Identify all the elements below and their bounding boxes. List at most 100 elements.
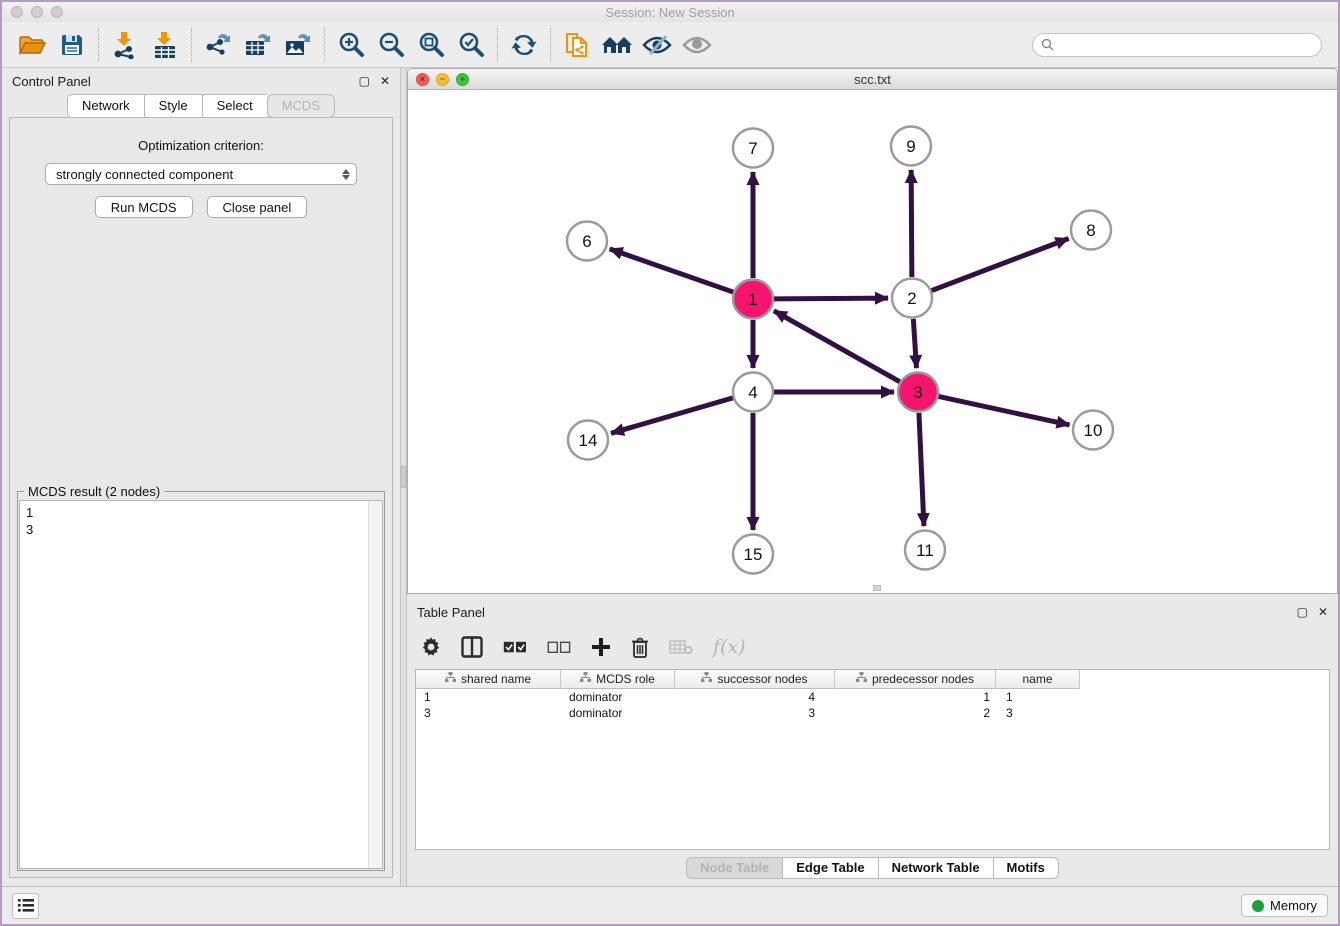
table-row[interactable]: 1dominator411 xyxy=(416,689,1329,705)
search-input[interactable] xyxy=(1059,38,1313,52)
float-table-panel-icon[interactable]: ▢ xyxy=(1297,606,1308,618)
column-sort-icon xyxy=(445,672,456,686)
zoom-fit-icon[interactable] xyxy=(414,28,448,62)
search-icon xyxy=(1041,38,1054,51)
open-session-icon[interactable] xyxy=(15,28,49,62)
add-column-icon[interactable] xyxy=(591,637,611,657)
column-header-MCDS-role[interactable]: MCDS role xyxy=(561,670,675,689)
toolbar-separator xyxy=(550,28,551,62)
graph-node-1[interactable]: 1 xyxy=(733,280,773,319)
graph-edge-1-6[interactable] xyxy=(610,249,734,292)
main-toolbar xyxy=(2,22,1338,68)
memory-label: Memory xyxy=(1270,898,1317,913)
table-cell: 3 xyxy=(996,706,1080,720)
table-cell: 3 xyxy=(416,706,561,720)
import-table-icon[interactable] xyxy=(148,28,182,62)
svg-text:14: 14 xyxy=(579,431,598,450)
close-table-panel-icon[interactable]: ✕ xyxy=(1318,606,1328,618)
save-session-icon[interactable] xyxy=(55,28,89,62)
graph-edge-1-2[interactable] xyxy=(774,298,888,299)
graph-node-3[interactable]: 3 xyxy=(898,373,938,412)
mcds-tab-content: Optimization criterion: strongly connect… xyxy=(9,117,393,878)
refresh-icon[interactable] xyxy=(507,28,541,62)
zoom-selected-icon[interactable] xyxy=(454,28,488,62)
tab-motifs[interactable]: Motifs xyxy=(993,857,1059,879)
graph-node-11[interactable]: 11 xyxy=(905,531,945,570)
svg-text:4: 4 xyxy=(748,383,757,402)
apply-function-icon[interactable]: f(x) xyxy=(713,636,746,658)
graph-edge-3-11[interactable] xyxy=(919,413,924,526)
show-graphics-eye-icon[interactable] xyxy=(680,28,714,62)
search-field[interactable] xyxy=(1032,33,1322,57)
graph-edge-2-8[interactable] xyxy=(932,239,1069,291)
network-canvas[interactable]: 7 9 6 8 1 2 4 3 14 10 15 11 xyxy=(408,90,1337,593)
graph-edge-3-10[interactable] xyxy=(939,396,1070,424)
mcds-result-list[interactable]: 1 3 xyxy=(20,501,368,868)
svg-text:15: 15 xyxy=(744,545,763,564)
svg-text:2: 2 xyxy=(907,289,916,308)
export-image-icon[interactable] xyxy=(281,28,315,62)
tab-network[interactable]: Network xyxy=(67,94,144,118)
graph-node-14[interactable]: 14 xyxy=(568,421,608,460)
splitter-handle[interactable] xyxy=(401,466,406,488)
graph-node-4[interactable]: 4 xyxy=(733,373,773,412)
graph-node-7[interactable]: 7 xyxy=(733,129,773,168)
control-panel-title: Control Panel xyxy=(12,74,91,89)
column-header-successor-nodes[interactable]: successor nodes xyxy=(675,670,835,689)
column-layout-icon[interactable] xyxy=(461,636,483,658)
tab-node-table[interactable]: Node Table xyxy=(686,857,782,879)
graph-node-10[interactable]: 10 xyxy=(1073,411,1113,450)
result-scrollbar[interactable] xyxy=(368,501,382,868)
close-panel-button[interactable]: Close panel xyxy=(207,196,308,218)
graph-node-6[interactable]: 6 xyxy=(567,222,607,261)
tab-edge-table[interactable]: Edge Table xyxy=(782,857,877,879)
column-sort-icon xyxy=(580,672,591,686)
graph-node-15[interactable]: 15 xyxy=(733,535,773,574)
table-panel: Table Panel ▢ ✕ xyxy=(407,599,1338,886)
table-panel-title: Table Panel xyxy=(417,605,485,620)
task-list-icon xyxy=(18,899,34,912)
selected-option: strongly connected component xyxy=(56,167,233,182)
column-header-predecessor-nodes[interactable]: predecessor nodes xyxy=(835,670,996,689)
optimization-criterion-select[interactable]: strongly connected component xyxy=(45,163,357,185)
vertical-splitter[interactable] xyxy=(400,68,407,886)
svg-text:7: 7 xyxy=(748,139,757,158)
column-header-name[interactable]: name xyxy=(996,670,1080,689)
zoom-out-icon[interactable] xyxy=(374,28,408,62)
delete-column-trash-icon[interactable] xyxy=(631,637,649,658)
task-history-button[interactable] xyxy=(12,893,39,919)
select-all-columns-icon[interactable] xyxy=(503,641,527,654)
float-panel-icon[interactable]: ▢ xyxy=(359,75,370,87)
export-network-icon[interactable] xyxy=(201,28,235,62)
home-views-icon[interactable] xyxy=(600,28,634,62)
zoom-in-icon[interactable] xyxy=(334,28,368,62)
node-table: shared nameMCDS rolesuccessor nodesprede… xyxy=(415,669,1330,850)
column-header-shared-name[interactable]: shared name xyxy=(416,670,561,689)
import-network-icon[interactable] xyxy=(108,28,142,62)
tab-network-table[interactable]: Network Table xyxy=(878,857,993,879)
tab-style[interactable]: Style xyxy=(144,94,202,118)
graph-node-2[interactable]: 2 xyxy=(892,279,932,318)
graph-edge-4-14[interactable] xyxy=(611,398,733,433)
canvas-resize-handle[interactable] xyxy=(873,585,881,591)
clone-network-icon[interactable] xyxy=(560,28,594,62)
export-table-icon[interactable] xyxy=(241,28,275,62)
table-row[interactable]: 3dominator323 xyxy=(416,705,1329,721)
hide-graphics-eye-icon[interactable] xyxy=(640,28,674,62)
graph-edge-2-3[interactable] xyxy=(913,319,916,368)
delete-table-icon[interactable] xyxy=(669,639,693,655)
run-mcds-button[interactable]: Run MCDS xyxy=(95,196,193,218)
graph-edge-2-9[interactable] xyxy=(911,170,912,277)
table-options-gear-icon[interactable] xyxy=(421,637,441,657)
mcds-result-title: MCDS result (2 nodes) xyxy=(24,484,164,499)
tab-mcds[interactable]: MCDS xyxy=(267,94,335,118)
graph-edge-3-1[interactable] xyxy=(774,311,900,382)
tab-select[interactable]: Select xyxy=(202,94,267,118)
memory-button[interactable]: Memory xyxy=(1241,894,1328,917)
toolbar-separator xyxy=(191,28,192,62)
graph-node-8[interactable]: 8 xyxy=(1071,211,1111,250)
unselect-all-columns-icon[interactable] xyxy=(547,641,571,654)
network-graph[interactable]: 7 9 6 8 1 2 4 3 14 10 15 11 xyxy=(408,90,1337,593)
graph-node-9[interactable]: 9 xyxy=(891,127,931,166)
close-panel-icon[interactable]: ✕ xyxy=(380,75,390,87)
